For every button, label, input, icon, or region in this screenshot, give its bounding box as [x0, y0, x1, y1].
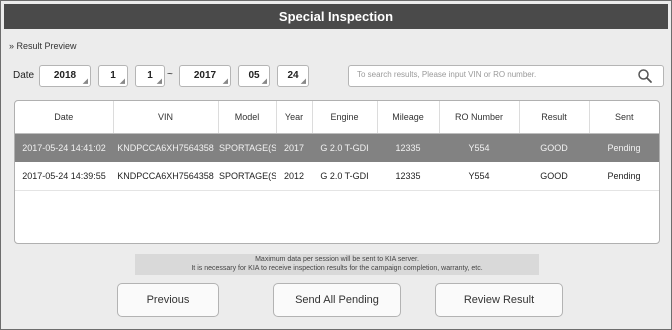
date-filter-bar: Date 2018 ◢ 1 ◢ 1 ◢ ~ 2017 ◢ 05 ◢ 24 ◢ T… [9, 65, 664, 87]
cell-mileage: 12335 [377, 133, 439, 162]
cell-ro-number: Y554 [439, 133, 519, 162]
col-header-model[interactable]: Model [218, 101, 277, 134]
resize-grip-icon: ◢ [82, 78, 88, 85]
col-header-sent[interactable]: Sent [589, 101, 659, 134]
cell-year: 2017 [276, 133, 312, 162]
cell-sent: Pending [589, 162, 659, 191]
col-header-engine[interactable]: Engine [312, 101, 378, 134]
cell-year: 2012 [276, 162, 312, 191]
from-month-value: 1 [110, 70, 116, 81]
cell-model: SPORTAGE(SL) [218, 162, 276, 191]
col-header-result[interactable]: Result [519, 101, 590, 134]
notice-banner: Maximum data per session will be sent to… [135, 254, 539, 275]
section-label: » Result Preview [9, 41, 77, 51]
search-placeholder: To search results, Please input VIN or R… [357, 70, 537, 79]
cell-result: GOOD [519, 133, 589, 162]
col-header-mileage[interactable]: Mileage [377, 101, 440, 134]
to-day-value: 24 [287, 70, 299, 81]
cell-engine: G 2.0 T-GDI [312, 162, 377, 191]
previous-button[interactable]: Previous [117, 283, 219, 317]
to-month-field[interactable]: 05 ◢ [238, 65, 270, 87]
search-input[interactable]: To search results, Please input VIN or R… [348, 65, 664, 87]
special-inspection-window: Special Inspection » Result Preview Date… [0, 0, 672, 330]
date-range-separator: ~ [167, 69, 173, 80]
cell-mileage: 12335 [377, 162, 439, 191]
cell-result: GOOD [519, 162, 589, 191]
cell-model: SPORTAGE(SL) [218, 133, 276, 162]
from-day-value: 1 [147, 70, 153, 81]
from-year-value: 2018 [53, 70, 77, 81]
cell-vin: KNDPCCA6XH7564358 [113, 133, 218, 162]
date-label: Date [13, 70, 35, 81]
from-day-field[interactable]: 1 ◢ [135, 65, 165, 87]
resize-grip-icon: ◢ [300, 78, 306, 85]
cell-sent: Pending [589, 133, 659, 162]
cell-date: 2017-05-24 14:39:55 [15, 162, 113, 191]
window-title: Special Inspection [4, 4, 668, 29]
cell-vin: KNDPCCA6XH7564358 [113, 162, 218, 191]
to-month-value: 05 [248, 70, 260, 81]
notice-line-2: It is necessary for KIA to receive inspe… [191, 265, 483, 272]
to-day-field[interactable]: 24 ◢ [277, 65, 309, 87]
col-header-vin[interactable]: VIN [113, 101, 219, 134]
cell-ro-number: Y554 [439, 162, 519, 191]
resize-grip-icon: ◢ [119, 78, 125, 85]
resize-grip-icon: ◢ [222, 78, 228, 85]
from-year-field[interactable]: 2018 ◢ [39, 65, 91, 87]
col-header-ro-number[interactable]: RO Number [439, 101, 520, 134]
cell-date: 2017-05-24 14:41:02 [15, 133, 113, 162]
col-header-date[interactable]: Date [15, 101, 114, 134]
notice-line-1: Maximum data per session will be sent to… [255, 256, 419, 263]
to-year-field[interactable]: 2017 ◢ [179, 65, 231, 87]
cell-engine: G 2.0 T-GDI [312, 133, 377, 162]
resize-grip-icon: ◢ [261, 78, 267, 85]
table-row[interactable]: 2017-05-24 14:39:55 KNDPCCA6XH7564358 SP… [15, 162, 659, 191]
search-icon[interactable] [637, 68, 653, 84]
to-year-value: 2017 [193, 70, 217, 81]
from-month-field[interactable]: 1 ◢ [98, 65, 128, 87]
resize-grip-icon: ◢ [156, 78, 162, 85]
review-result-button[interactable]: Review Result [435, 283, 563, 317]
table-header-row: Date VIN Model Year Engine Mileage RO Nu… [15, 101, 659, 134]
send-all-pending-button[interactable]: Send All Pending [273, 283, 401, 317]
results-table: Date VIN Model Year Engine Mileage RO Nu… [14, 100, 660, 244]
table-row-selected[interactable]: 2017-05-24 14:41:02 KNDPCCA6XH7564358 SP… [15, 133, 659, 162]
col-header-year[interactable]: Year [276, 101, 313, 134]
